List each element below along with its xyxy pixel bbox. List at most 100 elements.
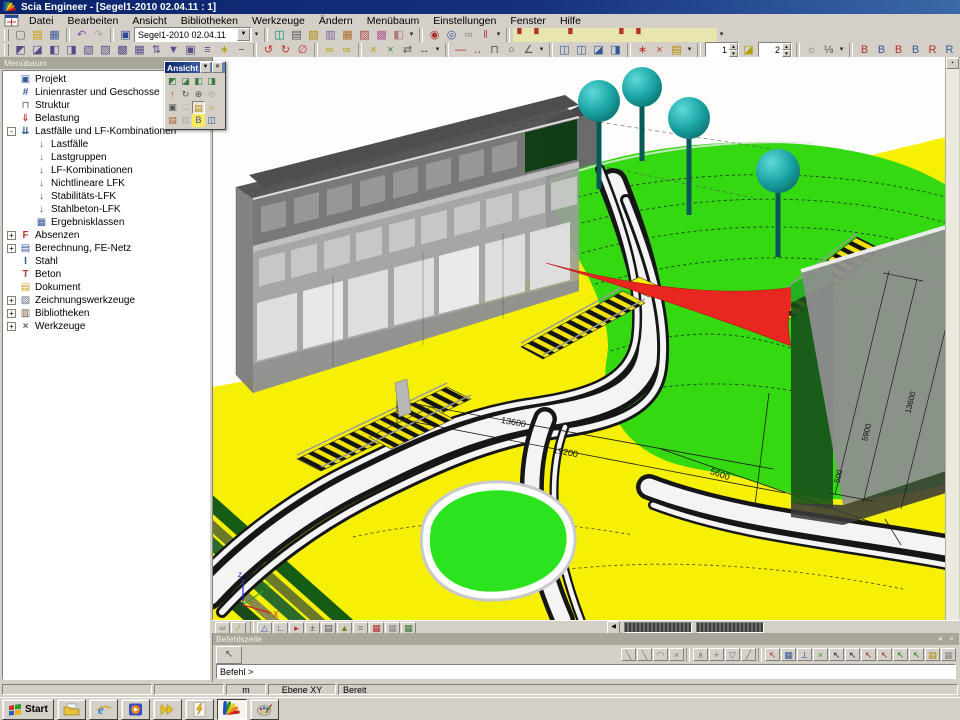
undo-icon[interactable]: ↶ — [73, 28, 90, 42]
select-by-layer-icon[interactable]: ▧ — [80, 43, 97, 57]
picture-gallery-icon[interactable]: ▧ — [305, 28, 322, 42]
delete-red-icon[interactable]: × — [651, 43, 668, 57]
view-preset-3-icon[interactable] — [547, 28, 564, 42]
cut-green-icon[interactable]: × — [382, 43, 399, 57]
menu-item[interactable]: Datei — [22, 15, 61, 27]
tree-item-werkzeuge[interactable]: +×Werkzeuge — [3, 320, 209, 333]
palette-close-icon[interactable]: × — [212, 62, 223, 73]
image-export-icon[interactable]: ▩ — [373, 28, 390, 42]
view-preset-2-icon[interactable]: ▘ — [530, 28, 547, 42]
cut-yellow-icon[interactable]: × — [365, 43, 382, 57]
tree-expander-icon[interactable]: + — [7, 322, 16, 331]
binding-lines-icon[interactable]: ∞ — [321, 43, 338, 57]
lasso-arrow-icon[interactable]: ↻ — [277, 43, 294, 57]
walk-mode-icon[interactable]: ↑ — [166, 88, 179, 101]
line-tool-icon[interactable]: — — [452, 43, 469, 57]
taskbar-archiver-button[interactable] — [185, 699, 214, 720]
view-preset-6-icon[interactable] — [598, 28, 615, 42]
tree-item-ergebnisklassen[interactable]: ▦Ergebnisklassen — [3, 216, 209, 229]
tree-item-lf-kombinationen[interactable]: ↓LF-Kombinationen — [3, 164, 209, 177]
snap-endpoint-icon[interactable]: ╲ — [621, 648, 636, 661]
label-dimension-icon[interactable]: R — [924, 43, 941, 57]
tree-item-stabilitaets-lfk[interactable]: ↓Stabilitäts-LFK — [3, 190, 209, 203]
menu-item[interactable]: Hilfe — [553, 15, 588, 27]
document-system-icon[interactable] — [2, 15, 20, 27]
view-preset-9-icon[interactable] — [649, 28, 666, 42]
select-by-mouse-icon[interactable]: ◩ — [12, 43, 29, 57]
snap-midpoint-icon[interactable]: ╲ — [637, 648, 652, 661]
toolbar-grip[interactable] — [4, 29, 9, 41]
view-preset-7-icon[interactable]: ▘ — [615, 28, 632, 42]
label-support-icon[interactable]: B — [907, 43, 924, 57]
project-selector-dropdown-icon[interactable]: ▼ — [237, 28, 250, 41]
angle-tool-icon[interactable]: ∠ — [520, 43, 537, 57]
tree-item-berechnung-fe-netz[interactable]: +▤Berechnung, FE-Netz — [3, 242, 209, 255]
named-selection-icon[interactable]: ≡ — [199, 43, 216, 57]
view-preset-5-icon[interactable] — [581, 28, 598, 42]
taskbar-quick-launch-button[interactable] — [153, 699, 182, 720]
cursor-snap-icon[interactable]: ↖ — [765, 648, 780, 661]
tree-item-dokument[interactable]: ▤Dokument — [3, 281, 209, 294]
spin-up-icon[interactable]: ▲ — [782, 43, 791, 50]
mesh-gray-icon[interactable]: ▦ — [385, 622, 400, 634]
label-section-icon[interactable]: R — [941, 43, 958, 57]
snap-grid-small-icon[interactable]: ▦ — [941, 648, 956, 661]
rotate-view-icon[interactable]: ↻ — [179, 88, 192, 101]
select-by-polygon-icon[interactable]: ◧ — [46, 43, 63, 57]
tree-item-nichtlineare-lfk[interactable]: ↓Nichtlineare LFK — [3, 177, 209, 190]
folder-actions-icon[interactable]: ▤ — [668, 43, 685, 57]
polyline-tool-icon[interactable]: ⊓ — [486, 43, 503, 57]
point-snap-icon[interactable]: × — [813, 648, 828, 661]
select-by-cut-icon[interactable]: ◪ — [29, 43, 46, 57]
tree-expander-icon[interactable]: + — [7, 296, 16, 305]
status-unit[interactable]: m — [226, 684, 266, 695]
clean-model-icon[interactable]: ◉ — [426, 28, 443, 42]
tree-item-stahlbeton-lfk[interactable]: ↓Stahlbeton-LFK — [3, 203, 209, 216]
activity-filter-icon[interactable]: ◪ — [740, 43, 757, 57]
model-viewport[interactable]: 13600 19200 5600 500 5900 13600 z Y X — [212, 57, 946, 620]
snap-arc-icon[interactable]: ◠ — [653, 648, 668, 661]
view-settings-dropdown[interactable]: ▾ — [837, 43, 846, 57]
start-button[interactable]: Start — [2, 699, 54, 720]
snap-angle-icon[interactable]: ∧ — [693, 648, 708, 661]
paperspace-gallery-icon[interactable]: ▥ — [322, 28, 339, 42]
tree-expander-icon[interactable]: + — [7, 244, 16, 253]
command-input[interactable]: Befehl > — [216, 664, 956, 679]
cursor-mode-5-icon[interactable]: ↖ — [893, 648, 908, 661]
cursor-tool-icon[interactable]: ↖ — [216, 646, 242, 664]
redo-icon[interactable]: ↷ — [90, 28, 107, 42]
tree-item-stahl[interactable]: IStahl — [3, 255, 209, 268]
menu-item[interactable]: Ansicht — [125, 15, 173, 27]
select-by-workplane-icon[interactable]: ◨ — [63, 43, 80, 57]
tree-item-lastfaelle[interactable]: ↓Lastfälle — [3, 138, 209, 151]
tree-expander-icon[interactable]: - — [7, 127, 16, 136]
view-preset-1-icon[interactable]: ▘ — [513, 28, 530, 42]
delete-document-icon[interactable]: ▨ — [356, 28, 373, 42]
section-flag-icon[interactable]: ▸ — [289, 622, 304, 634]
adjust-icon[interactable]: ± — [305, 622, 320, 634]
menu-item[interactable]: Bibliotheken — [174, 15, 245, 27]
render-solid-icon[interactable]: ▥ — [179, 114, 192, 127]
toolbar-grip[interactable] — [4, 44, 9, 56]
print-data-icon[interactable]: ▤ — [288, 28, 305, 42]
zoom-all-icon[interactable]: □ — [179, 101, 192, 114]
mesh-red-icon[interactable]: ▦ — [369, 622, 384, 634]
new-project-icon[interactable]: ▢ — [12, 28, 29, 42]
node-tool-icon[interactable]: ‥ — [469, 43, 486, 57]
copy-window-2-icon[interactable]: ◫ — [573, 43, 590, 57]
chain-icon[interactable]: ∞ — [215, 622, 230, 634]
taskbar-paint-button[interactable] — [250, 699, 279, 720]
tree-item-lastgruppen[interactable]: ↓Lastgruppen — [3, 151, 209, 164]
selection-star-icon[interactable]: ∗ — [216, 43, 233, 57]
spinner-arrows[interactable]: ▲▼ — [729, 43, 738, 57]
view-preset-4-icon[interactable]: ▘ — [564, 28, 581, 42]
cursor-mode-4-icon[interactable]: ↖ — [877, 648, 892, 661]
folder-actions-dropdown[interactable]: ▾ — [685, 43, 694, 57]
copy-window-1-icon[interactable]: ◫ — [556, 43, 573, 57]
tree-item-absenzen[interactable]: +FAbsenzen — [3, 229, 209, 242]
ortho-mode-icon[interactable]: ⊥ — [797, 648, 812, 661]
command-panel-header[interactable]: Befehlszeile ∗ × — [213, 633, 959, 645]
open-project-icon[interactable]: ▤ — [29, 28, 46, 42]
spin-up-icon[interactable]: ▲ — [729, 43, 738, 50]
view-preset-8-icon[interactable]: ▘ — [632, 28, 649, 42]
